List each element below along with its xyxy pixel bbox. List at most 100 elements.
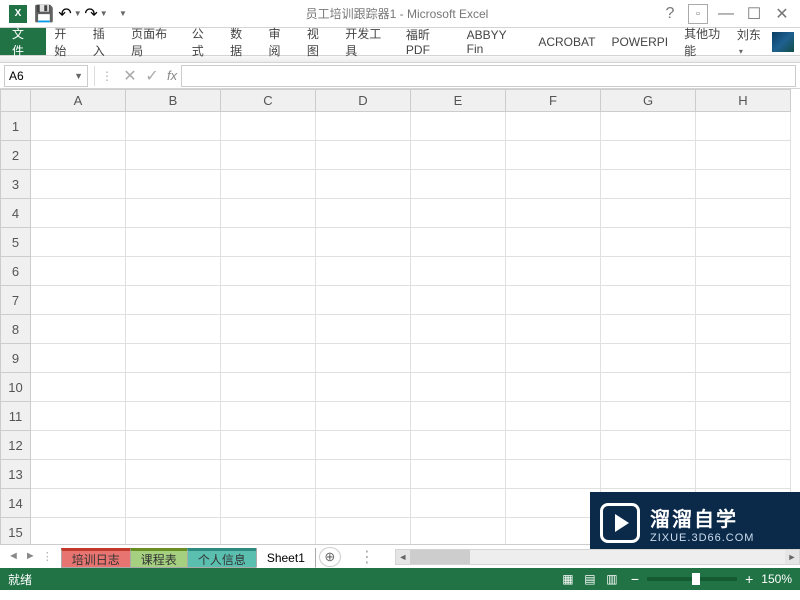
cell[interactable]	[506, 518, 601, 545]
column-header[interactable]: C	[221, 90, 316, 112]
select-all-corner[interactable]	[1, 90, 31, 112]
cell[interactable]	[316, 431, 411, 460]
cell[interactable]	[506, 141, 601, 170]
row-header[interactable]: 7	[1, 286, 31, 315]
cell[interactable]	[601, 228, 696, 257]
save-button[interactable]: 💾	[32, 3, 56, 25]
cell[interactable]	[31, 460, 126, 489]
cell[interactable]	[316, 518, 411, 545]
cell[interactable]	[316, 315, 411, 344]
cell[interactable]	[221, 344, 316, 373]
cell[interactable]	[31, 257, 126, 286]
cell[interactable]	[506, 257, 601, 286]
cell[interactable]	[601, 257, 696, 286]
cell[interactable]	[601, 199, 696, 228]
row-header[interactable]: 10	[1, 373, 31, 402]
cell[interactable]	[506, 489, 601, 518]
tab-formulas[interactable]: 公式	[184, 28, 222, 55]
cell[interactable]	[411, 373, 506, 402]
tab-acrobat[interactable]: ACROBAT	[530, 28, 603, 55]
cell[interactable]	[126, 257, 221, 286]
cell[interactable]	[126, 170, 221, 199]
cell[interactable]	[411, 518, 506, 545]
zoom-out-button[interactable]: −	[631, 571, 639, 587]
cell[interactable]	[316, 228, 411, 257]
formula-menu-icon[interactable]: ⋮	[101, 69, 113, 83]
cell[interactable]	[411, 344, 506, 373]
ribbon-options-button[interactable]: ▫	[688, 4, 708, 24]
cell[interactable]	[221, 489, 316, 518]
cell[interactable]	[221, 518, 316, 545]
cell[interactable]	[506, 228, 601, 257]
cell[interactable]	[601, 170, 696, 199]
tab-foxit-pdf[interactable]: 福昕PDF	[398, 28, 459, 55]
row-header[interactable]: 12	[1, 431, 31, 460]
tab-other[interactable]: 其他功能	[676, 28, 737, 55]
tab-view[interactable]: 视图	[299, 28, 337, 55]
row-header[interactable]: 9	[1, 344, 31, 373]
horizontal-scrollbar[interactable]: ◄ ►	[395, 549, 800, 565]
cell[interactable]	[31, 373, 126, 402]
cell[interactable]	[31, 286, 126, 315]
row-header[interactable]: 6	[1, 257, 31, 286]
tab-insert[interactable]: 插入	[85, 28, 123, 55]
cell[interactable]	[221, 257, 316, 286]
cell[interactable]	[696, 112, 791, 141]
tab-home[interactable]: 开始	[46, 28, 84, 55]
column-header[interactable]: E	[411, 90, 506, 112]
zoom-thumb[interactable]	[692, 573, 700, 585]
cell[interactable]	[411, 286, 506, 315]
cell[interactable]	[221, 373, 316, 402]
scrollbar-thumb[interactable]	[410, 550, 470, 564]
row-header[interactable]: 3	[1, 170, 31, 199]
cell[interactable]	[411, 315, 506, 344]
cell[interactable]	[696, 402, 791, 431]
sheet-tab[interactable]: 课程表	[130, 548, 188, 568]
cell[interactable]	[696, 141, 791, 170]
cell[interactable]	[31, 170, 126, 199]
cell[interactable]	[221, 170, 316, 199]
page-break-view-button[interactable]: ▥	[601, 570, 623, 588]
enter-formula-button[interactable]: ✓	[141, 65, 163, 87]
cell[interactable]	[126, 199, 221, 228]
cell[interactable]	[316, 286, 411, 315]
qat-customize-button[interactable]: ▼	[110, 3, 134, 25]
cell[interactable]	[31, 112, 126, 141]
row-header[interactable]: 15	[1, 518, 31, 545]
column-header[interactable]: F	[506, 90, 601, 112]
cell[interactable]	[126, 141, 221, 170]
zoom-slider[interactable]	[647, 577, 737, 581]
column-header[interactable]: G	[601, 90, 696, 112]
cell[interactable]	[411, 112, 506, 141]
row-header[interactable]: 8	[1, 315, 31, 344]
cell[interactable]	[601, 402, 696, 431]
tab-powerpi[interactable]: POWERPI	[603, 28, 676, 55]
minimize-button[interactable]: —	[716, 4, 736, 24]
cell[interactable]	[601, 460, 696, 489]
cell[interactable]	[696, 228, 791, 257]
name-box[interactable]: A6 ▼	[4, 65, 88, 87]
cell[interactable]	[316, 344, 411, 373]
row-header[interactable]: 2	[1, 141, 31, 170]
zoom-in-button[interactable]: +	[745, 571, 753, 587]
maximize-button[interactable]: ☐	[744, 4, 764, 24]
cell[interactable]	[601, 315, 696, 344]
cell[interactable]	[411, 199, 506, 228]
undo-button[interactable]: ↶▼	[58, 3, 82, 25]
cell[interactable]	[316, 460, 411, 489]
cell[interactable]	[411, 460, 506, 489]
normal-view-button[interactable]: ▦	[557, 570, 579, 588]
cell[interactable]	[411, 228, 506, 257]
row-header[interactable]: 14	[1, 489, 31, 518]
cancel-formula-button[interactable]: ✕	[119, 65, 141, 87]
row-header[interactable]: 1	[1, 112, 31, 141]
cell[interactable]	[696, 460, 791, 489]
help-button[interactable]: ?	[660, 4, 680, 24]
cell[interactable]	[506, 112, 601, 141]
cell[interactable]	[411, 431, 506, 460]
cell[interactable]	[601, 141, 696, 170]
sheet-nav-next[interactable]: ►	[25, 550, 36, 563]
cell[interactable]	[506, 431, 601, 460]
row-header[interactable]: 5	[1, 228, 31, 257]
cell[interactable]	[411, 170, 506, 199]
